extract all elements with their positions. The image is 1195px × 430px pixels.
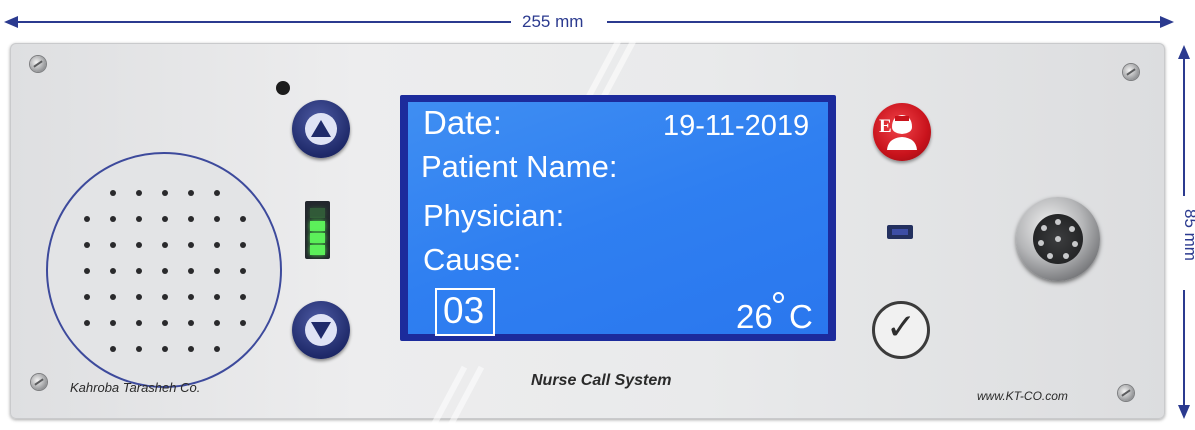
system-name: Nurse Call System [531, 372, 672, 389]
date-value: 19-11-2019 [663, 110, 810, 142]
connector-pin [1041, 225, 1047, 231]
width-label: 255 mm [522, 12, 584, 31]
speaker-hole [136, 190, 142, 196]
connector-pin [1055, 236, 1061, 242]
up-button[interactable] [292, 100, 350, 158]
connector-socket [1033, 214, 1083, 264]
checkmark-icon: ✓ [886, 307, 917, 348]
room-number: 03 [443, 290, 485, 331]
lcd-display: Date: 19-11-2019 Patient Name: Physician… [400, 95, 836, 341]
screw-top-right-icon [1123, 64, 1139, 80]
width-line-right [607, 21, 1162, 23]
speaker-hole [110, 320, 116, 326]
speaker-hole [188, 242, 194, 248]
height-line-bottom [1183, 290, 1185, 408]
screw-bottom-right-icon [1118, 385, 1134, 401]
speaker-hole [84, 294, 90, 300]
down-button[interactable] [292, 301, 350, 359]
speaker-grille [46, 152, 282, 388]
speaker-hole [240, 242, 246, 248]
speaker-hole [162, 242, 168, 248]
down-arrow-icon [305, 314, 337, 346]
connector-pin [1069, 226, 1075, 232]
speaker-hole [110, 242, 116, 248]
degree-symbol-icon [773, 292, 784, 303]
connector-pin [1038, 240, 1044, 246]
emergency-button[interactable]: E [873, 103, 931, 161]
lcd-screen: Date: 19-11-2019 Patient Name: Physician… [408, 102, 828, 336]
speaker-hole [162, 294, 168, 300]
company-name: Kahroba Tarasheh Co. [70, 380, 201, 395]
date-label: Date: [423, 104, 502, 141]
temperature-unit: C [789, 298, 813, 335]
level-segment [310, 233, 325, 243]
panel-reflection [445, 365, 485, 430]
physician-label: Physician: [423, 198, 565, 233]
speaker-hole [162, 320, 168, 326]
speaker-hole [188, 294, 194, 300]
width-arrow-right-icon [1160, 16, 1174, 28]
speaker-hole [84, 242, 90, 248]
speaker-hole [84, 216, 90, 222]
level-segment [310, 208, 325, 218]
speaker-hole [240, 216, 246, 222]
connector-pin [1063, 253, 1069, 259]
height-line-top [1183, 56, 1185, 196]
connector-pin [1055, 219, 1061, 225]
speaker-hole [214, 190, 220, 196]
speaker-hole [110, 216, 116, 222]
speaker-hole [84, 268, 90, 274]
speaker-hole [136, 320, 142, 326]
speaker-hole [188, 268, 194, 274]
cause-label: Cause: [423, 242, 522, 277]
level-segment [310, 245, 325, 255]
screw-top-left-icon [30, 56, 46, 72]
speaker-hole [110, 294, 116, 300]
patient-name-label: Patient Name: [421, 149, 618, 184]
speaker-hole [214, 242, 220, 248]
height-arrow-bottom-icon [1178, 405, 1190, 419]
speaker-hole [214, 216, 220, 222]
speaker-hole [214, 294, 220, 300]
speaker-hole [162, 216, 168, 222]
speaker-hole [188, 346, 194, 352]
speaker-hole [188, 320, 194, 326]
screw-bottom-left-icon [31, 374, 47, 390]
status-led [887, 225, 913, 239]
emergency-letter: E [879, 116, 892, 137]
connector-pin [1072, 241, 1078, 247]
height-label: 85 mm [1181, 209, 1195, 261]
circular-connector [1016, 197, 1100, 281]
connector-pin [1047, 253, 1053, 259]
speaker-hole [136, 294, 142, 300]
speaker-hole [110, 268, 116, 274]
speaker-hole [162, 268, 168, 274]
speaker-hole [214, 346, 220, 352]
speaker-hole [110, 190, 116, 196]
speaker-hole [188, 190, 194, 196]
room-number-box: 03 [435, 288, 495, 336]
speaker-hole [162, 190, 168, 196]
up-arrow-icon [305, 113, 337, 145]
speaker-hole [110, 346, 116, 352]
speaker-hole [188, 216, 194, 222]
sensor-hole [276, 81, 290, 95]
speaker-hole [136, 216, 142, 222]
temperature-value: 26 [736, 298, 773, 335]
speaker-hole [84, 320, 90, 326]
width-line-left [14, 21, 511, 23]
speaker-hole [240, 320, 246, 326]
speaker-hole [240, 294, 246, 300]
speaker-hole [240, 268, 246, 274]
speaker-hole [136, 268, 142, 274]
speaker-hole [136, 242, 142, 248]
website-url: www.KT-CO.com [977, 389, 1068, 403]
level-indicator [305, 201, 330, 259]
speaker-hole [162, 346, 168, 352]
level-segment [310, 221, 325, 231]
confirm-button[interactable]: ✓ [872, 301, 930, 359]
speaker-hole [136, 346, 142, 352]
speaker-hole [214, 268, 220, 274]
speaker-hole [214, 320, 220, 326]
